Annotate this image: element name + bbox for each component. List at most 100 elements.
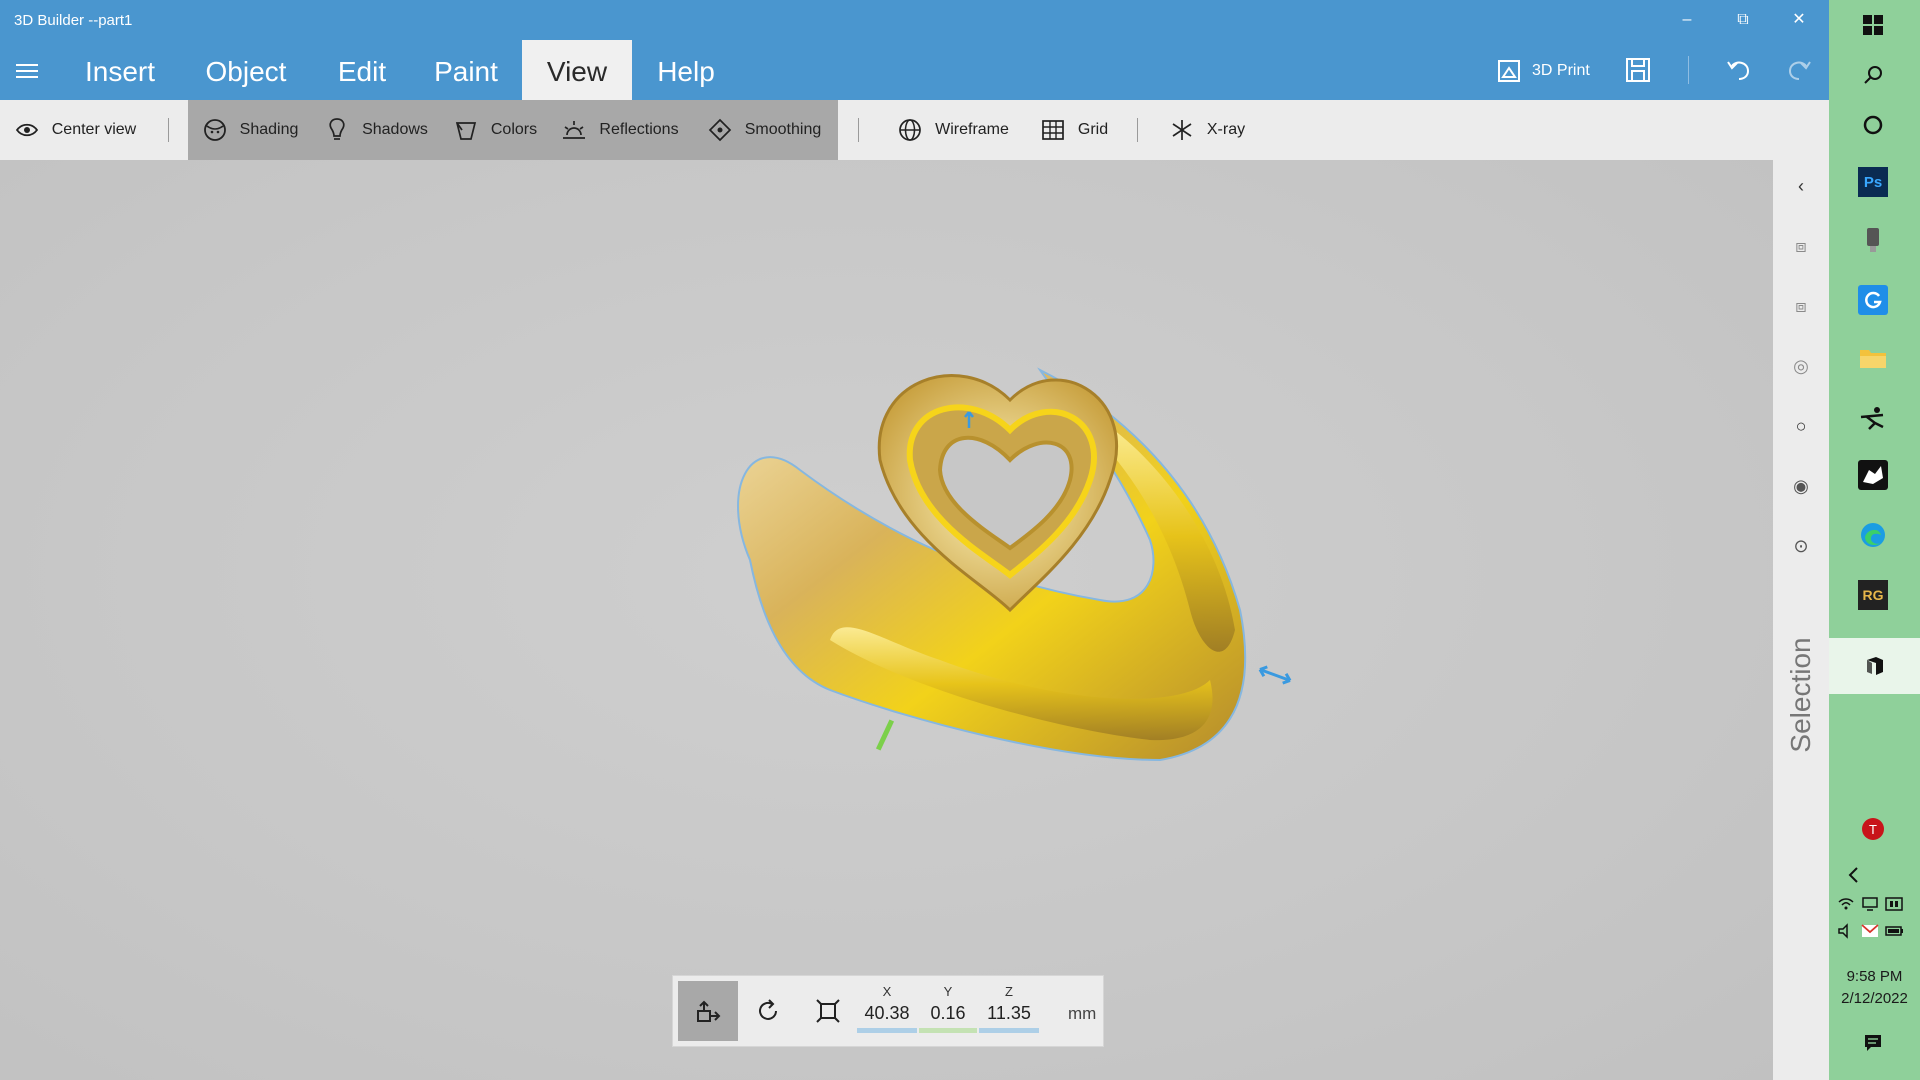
- select-vertices-button[interactable]: ◉: [1789, 474, 1813, 498]
- chevron-left-icon: ‹: [1798, 176, 1804, 196]
- battery-icon[interactable]: [1885, 923, 1905, 944]
- select-objects-icon: ⧈: [1795, 236, 1807, 256]
- clock-date[interactable]: 2/12/2022: [1829, 990, 1920, 1007]
- unit-selector[interactable]: mm: [1068, 1004, 1096, 1024]
- 3d-print-button[interactable]: 3D Print: [1496, 56, 1590, 86]
- shadows-label: Shadows: [362, 121, 428, 138]
- input-icon[interactable]: [1885, 896, 1903, 917]
- vertex-select-icon: ◉: [1793, 476, 1809, 496]
- y-value[interactable]: 0.16: [919, 1003, 977, 1024]
- tab-edit[interactable]: Edit: [318, 40, 406, 100]
- x-axis-bar: [857, 1028, 917, 1033]
- select-faces-icon: ⧈: [1795, 296, 1807, 316]
- smoothing-label: Smoothing: [744, 121, 822, 138]
- 3d-builder-icon[interactable]: [1829, 638, 1920, 694]
- edge-icon[interactable]: [1858, 520, 1888, 550]
- tab-paint[interactable]: Paint: [420, 40, 512, 100]
- reflections-toggle[interactable]: Reflections: [550, 100, 690, 160]
- scale-tool-button[interactable]: [798, 981, 858, 1041]
- undo-button[interactable]: [1724, 54, 1754, 89]
- rhino-icon[interactable]: [1858, 460, 1888, 490]
- y-label: Y: [943, 984, 953, 999]
- minimize-button[interactable]: –: [1664, 6, 1710, 34]
- window-title: 3D Builder --part1: [14, 12, 133, 29]
- select-faces-button[interactable]: ⧈: [1789, 294, 1813, 318]
- rg-app-icon[interactable]: RG: [1858, 580, 1888, 610]
- z-value[interactable]: 11.35: [979, 1003, 1039, 1024]
- select-edges-button[interactable]: ◎: [1789, 354, 1813, 378]
- z-axis-bar: [979, 1028, 1039, 1033]
- sunrise-icon: [561, 117, 587, 143]
- xray-toggle[interactable]: X-ray: [1158, 100, 1256, 160]
- smoothing-icon: [707, 117, 733, 143]
- shading-icon: [202, 117, 228, 143]
- reflections-label: Reflections: [599, 121, 679, 138]
- circle-icon: ○: [1795, 416, 1807, 436]
- windows-start-icon[interactable]: [1858, 10, 1888, 40]
- menu-divider: [1688, 56, 1689, 84]
- redo-button[interactable]: [1784, 54, 1814, 89]
- shadows-toggle[interactable]: Shadows: [312, 100, 440, 160]
- antivirus-icon[interactable]: T: [1858, 814, 1888, 844]
- volume-icon[interactable]: [1837, 923, 1855, 944]
- select-objects-button[interactable]: ⧈: [1789, 234, 1813, 258]
- g-app-icon[interactable]: [1858, 285, 1888, 315]
- z-coordinate[interactable]: Z 11.35: [979, 984, 1039, 1033]
- lightbulb-icon: [324, 117, 350, 143]
- toolbar-divider: [1137, 118, 1138, 142]
- xray-label: X-ray: [1206, 121, 1246, 138]
- select-circle-button[interactable]: ○: [1789, 414, 1813, 438]
- move-tool-button[interactable]: [678, 981, 738, 1041]
- wireframe-label: Wireframe: [935, 121, 1009, 138]
- restore-icon: ⧉: [1737, 11, 1749, 28]
- selection-label-box: Selection: [1775, 630, 1827, 760]
- shading-toggle[interactable]: Shading: [188, 100, 312, 160]
- 3d-viewport[interactable]: [0, 160, 1773, 1080]
- title-bar: 3D Builder --part1 – ⧉ ✕: [0, 0, 1829, 40]
- grid-toggle[interactable]: Grid: [1030, 100, 1118, 160]
- move-x-arrow[interactable]: [1255, 665, 1295, 685]
- ring-model[interactable]: [680, 310, 1320, 770]
- clock-time[interactable]: 9:58 PM: [1829, 968, 1920, 985]
- select-triangle-button[interactable]: ⊙: [1789, 534, 1813, 558]
- y-coordinate[interactable]: Y 0.16: [919, 984, 977, 1033]
- smoothing-toggle[interactable]: Smoothing: [690, 100, 838, 160]
- move-y-arrow[interactable]: [875, 715, 895, 755]
- photoshop-icon[interactable]: Ps: [1858, 167, 1888, 197]
- usb-device-icon[interactable]: [1858, 225, 1888, 255]
- 3d-print-icon: [1498, 60, 1520, 82]
- 3d-print-label: 3D Print: [1532, 62, 1590, 79]
- display-icon[interactable]: [1861, 896, 1879, 917]
- hamburger-menu-icon[interactable]: [16, 60, 38, 80]
- tab-view[interactable]: View: [522, 40, 632, 100]
- x-value[interactable]: 40.38: [857, 1003, 917, 1024]
- file-explorer-icon[interactable]: [1858, 343, 1888, 373]
- move-z-arrow[interactable]: [962, 410, 976, 430]
- tab-help[interactable]: Help: [644, 40, 728, 100]
- restore-button[interactable]: ⧉: [1720, 6, 1766, 34]
- wireframe-toggle[interactable]: Wireframe: [878, 100, 1028, 160]
- colors-toggle[interactable]: Colors: [440, 100, 550, 160]
- tab-insert[interactable]: Insert: [66, 40, 174, 100]
- z-label: Z: [1005, 984, 1013, 999]
- move-icon: [697, 1000, 721, 1022]
- zbrush-icon[interactable]: [1858, 403, 1888, 433]
- wifi-icon[interactable]: [1837, 896, 1855, 917]
- gmail-icon[interactable]: [1861, 923, 1879, 944]
- center-view-button[interactable]: Center view: [0, 100, 150, 160]
- close-button[interactable]: ✕: [1776, 6, 1822, 34]
- center-view-label: Center view: [51, 121, 137, 138]
- tab-object[interactable]: Object: [190, 40, 302, 100]
- notification-center-icon[interactable]: [1858, 1028, 1888, 1058]
- menu-bar: Insert Object Edit Paint View Help 3D Pr…: [0, 40, 1829, 100]
- x-coordinate[interactable]: X 40.38: [857, 984, 917, 1033]
- tray-expand-icon[interactable]: [1839, 860, 1869, 890]
- select-edges-icon: ◎: [1793, 356, 1809, 376]
- cortana-icon[interactable]: [1858, 110, 1888, 140]
- search-icon[interactable]: [1858, 60, 1888, 90]
- collapse-panel-button[interactable]: ‹: [1789, 174, 1813, 198]
- shading-label: Shading: [239, 121, 299, 138]
- app-window: 3D Builder --part1 – ⧉ ✕ Insert Object E…: [0, 0, 1829, 1080]
- rotate-tool-button[interactable]: [738, 981, 798, 1041]
- save-button[interactable]: [1624, 56, 1652, 89]
